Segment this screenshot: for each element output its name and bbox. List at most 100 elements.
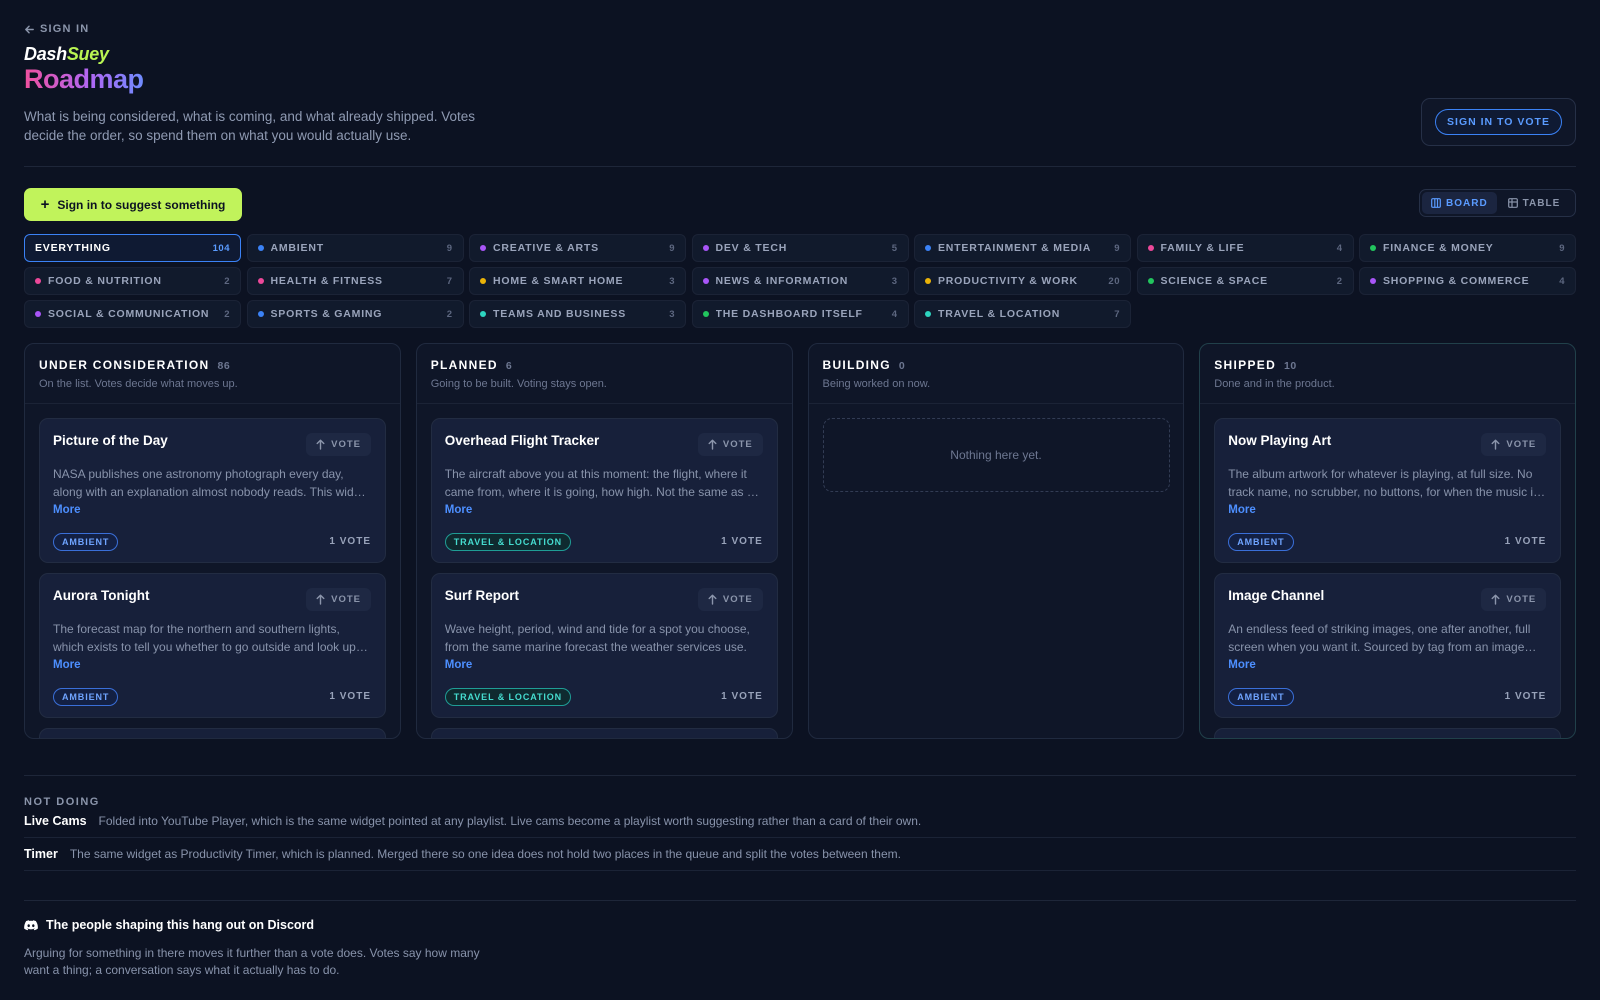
category-chip[interactable]: THE DASHBOARD ITSELF 4: [691, 300, 909, 328]
category-dot-icon: [702, 245, 709, 251]
view-table-button[interactable]: TABLE: [1499, 192, 1570, 214]
column-title-label: UNDER CONSIDERATION: [39, 358, 210, 372]
category-chip-label: FINANCE & MONEY: [1383, 242, 1494, 254]
roadmap-page: SIGN IN DashSuey Roadmap What is being c…: [24, 0, 1576, 1000]
column-header: BUILDING 0 Being worked on now.: [808, 344, 1184, 404]
category-chip-label: HEALTH & FITNESS: [270, 275, 383, 287]
roadmap-card[interactable]: Picture of the Day VOTE NASA publishes one…: [39, 418, 386, 563]
suggest-button-label: Sign in to suggest something: [57, 197, 226, 212]
roadmap-card[interactable]: [1214, 728, 1562, 738]
more-link[interactable]: More: [53, 504, 80, 516]
roadmap-card[interactable]: Overhead Flight Tracker VOTE The aircraft …: [430, 418, 778, 563]
column-count: 10: [1284, 360, 1297, 372]
vote-button[interactable]: VOTE: [1481, 433, 1547, 456]
column-title: PLANNED 6: [431, 358, 778, 372]
roadmap-card[interactable]: [39, 728, 386, 738]
category-chip-label: THE DASHBOARD ITSELF: [715, 308, 863, 320]
divider: [24, 775, 1576, 776]
category-chip[interactable]: SCIENCE & SPACE 2: [1136, 267, 1354, 295]
vote-button[interactable]: VOTE: [697, 588, 763, 611]
category-chip-count: 2: [224, 275, 230, 287]
column-title-label: BUILDING: [822, 358, 891, 372]
category-chip[interactable]: DEV & TECH 5: [691, 234, 909, 262]
category-chip[interactable]: ENTERTAINMENT & MEDIA 9: [914, 234, 1131, 262]
category-tag: TRAVEL & LOCATION: [444, 688, 572, 706]
category-chip[interactable]: NEWS & INFORMATION 3: [691, 267, 909, 295]
vote-count: 1 VOTE: [721, 536, 763, 547]
category-chip[interactable]: PRODUCTIVITY & WORK 20: [914, 267, 1131, 295]
more-link[interactable]: More: [1228, 659, 1255, 671]
page-subtitle: What is being considered, what is coming…: [24, 109, 476, 143]
view-table-label: TABLE: [1522, 197, 1561, 209]
vote-button[interactable]: VOTE: [697, 433, 763, 456]
category-chip-label: DEV & TECH: [715, 242, 788, 254]
category-chip[interactable]: HOME & SMART HOME 3: [469, 267, 686, 295]
vote-button[interactable]: VOTE: [1481, 588, 1547, 611]
category-chip[interactable]: FOOD & NUTRITION 2: [24, 267, 241, 295]
category-chip-label: SCIENCE & SPACE: [1160, 275, 1268, 287]
category-chip[interactable]: SPORTS & GAMING 2: [246, 300, 464, 328]
category-dot-icon: [1147, 278, 1154, 284]
brand-part-1: Dash: [24, 44, 67, 64]
vote-button[interactable]: VOTE: [306, 433, 371, 456]
category-chip-count: 9: [1114, 242, 1120, 254]
roadmap-card[interactable]: Surf Report VOTE Wave height, period, wind…: [430, 573, 778, 718]
roadmap-card[interactable]: Image Channel VOTE An endless feed of stri…: [1214, 573, 1562, 718]
roadmap-card[interactable]: Now Playing Art VOTE The album artwork for…: [1214, 418, 1562, 563]
more-link[interactable]: More: [1228, 504, 1255, 516]
roadmap-card[interactable]: [430, 728, 778, 738]
category-chip-count: 3: [669, 308, 675, 320]
more-link[interactable]: More: [53, 659, 80, 671]
card-title: Aurora Tonight: [53, 588, 150, 603]
category-dot-icon: [480, 245, 486, 251]
card-title: Overhead Flight Tracker: [444, 433, 600, 448]
divider: [24, 900, 1576, 901]
category-chip-count: 9: [1559, 242, 1565, 254]
category-chip-count: 3: [891, 275, 898, 287]
not-doing-item: Live Cams Folded into YouTube Player, wh…: [24, 805, 1576, 838]
category-dot-icon: [257, 311, 264, 317]
category-chip-count: 4: [1559, 275, 1565, 287]
sign-in-to-vote-button[interactable]: SIGN IN TO VOTE: [1435, 109, 1562, 135]
more-link[interactable]: More: [445, 504, 472, 516]
category-dot-icon: [257, 245, 264, 251]
card-description: Wave height, period, wind and tide for a…: [444, 622, 750, 654]
category-chip-label: FOOD & NUTRITION: [48, 275, 162, 287]
category-chip-label: AMBIENT: [270, 242, 324, 254]
column-header: SHIPPED 10 Done and in the product.: [1200, 344, 1575, 404]
suggest-button[interactable]: + Sign in to suggest something: [24, 188, 242, 221]
category-chip-label: EVERYTHING: [35, 242, 111, 254]
vote-button-label: VOTE: [1506, 594, 1537, 605]
category-chip[interactable]: TEAMS AND BUSINESS 3: [469, 300, 686, 328]
category-chip[interactable]: SHOPPING & COMMERCE 4: [1359, 267, 1576, 295]
view-board-button[interactable]: BOARD: [1422, 192, 1497, 214]
divider: [24, 166, 1576, 167]
card-description: The forecast map for the northern and so…: [53, 622, 356, 654]
roadmap-card[interactable]: Aurora Tonight VOTE The forecast map for t…: [39, 573, 386, 718]
more-link[interactable]: More: [445, 659, 472, 671]
vote-button[interactable]: VOTE: [306, 588, 371, 611]
category-chip[interactable]: TRAVEL & LOCATION 7: [914, 300, 1131, 328]
category-chip[interactable]: HEALTH & FITNESS 7: [246, 267, 464, 295]
discord-heading[interactable]: The people shaping this hang out on Disc…: [24, 918, 314, 932]
category-chip[interactable]: FINANCE & MONEY 9: [1359, 234, 1576, 262]
category-chip[interactable]: EVERYTHING 104: [24, 234, 241, 262]
board-icon: [1431, 198, 1441, 208]
card-list: Now Playing Art VOTE The album artwork for…: [1214, 418, 1562, 738]
category-chip-count: 2: [1336, 275, 1343, 287]
category-chip[interactable]: SOCIAL & COMMUNICATION 2: [24, 300, 241, 328]
back-link[interactable]: SIGN IN: [24, 23, 89, 35]
category-chip[interactable]: CREATIVE & ARTS 9: [469, 234, 686, 262]
category-chip[interactable]: AMBIENT 9: [246, 234, 464, 262]
column-count: 6: [505, 360, 513, 372]
column-description: Done and in the product.: [1214, 378, 1335, 390]
category-chip-label: NEWS & INFORMATION: [715, 275, 849, 287]
card-title: Now Playing Art: [1228, 433, 1332, 448]
empty-state: Nothing here yet.: [822, 418, 1170, 492]
category-tag: AMBIENT: [1228, 533, 1294, 551]
category-chip-count: 4: [891, 308, 898, 320]
category-chip[interactable]: FAMILY & LIFE 4: [1136, 234, 1354, 262]
brand-logo[interactable]: DashSuey: [24, 44, 109, 65]
vote-button-label: VOTE: [331, 439, 361, 450]
category-dot-icon: [925, 245, 931, 251]
